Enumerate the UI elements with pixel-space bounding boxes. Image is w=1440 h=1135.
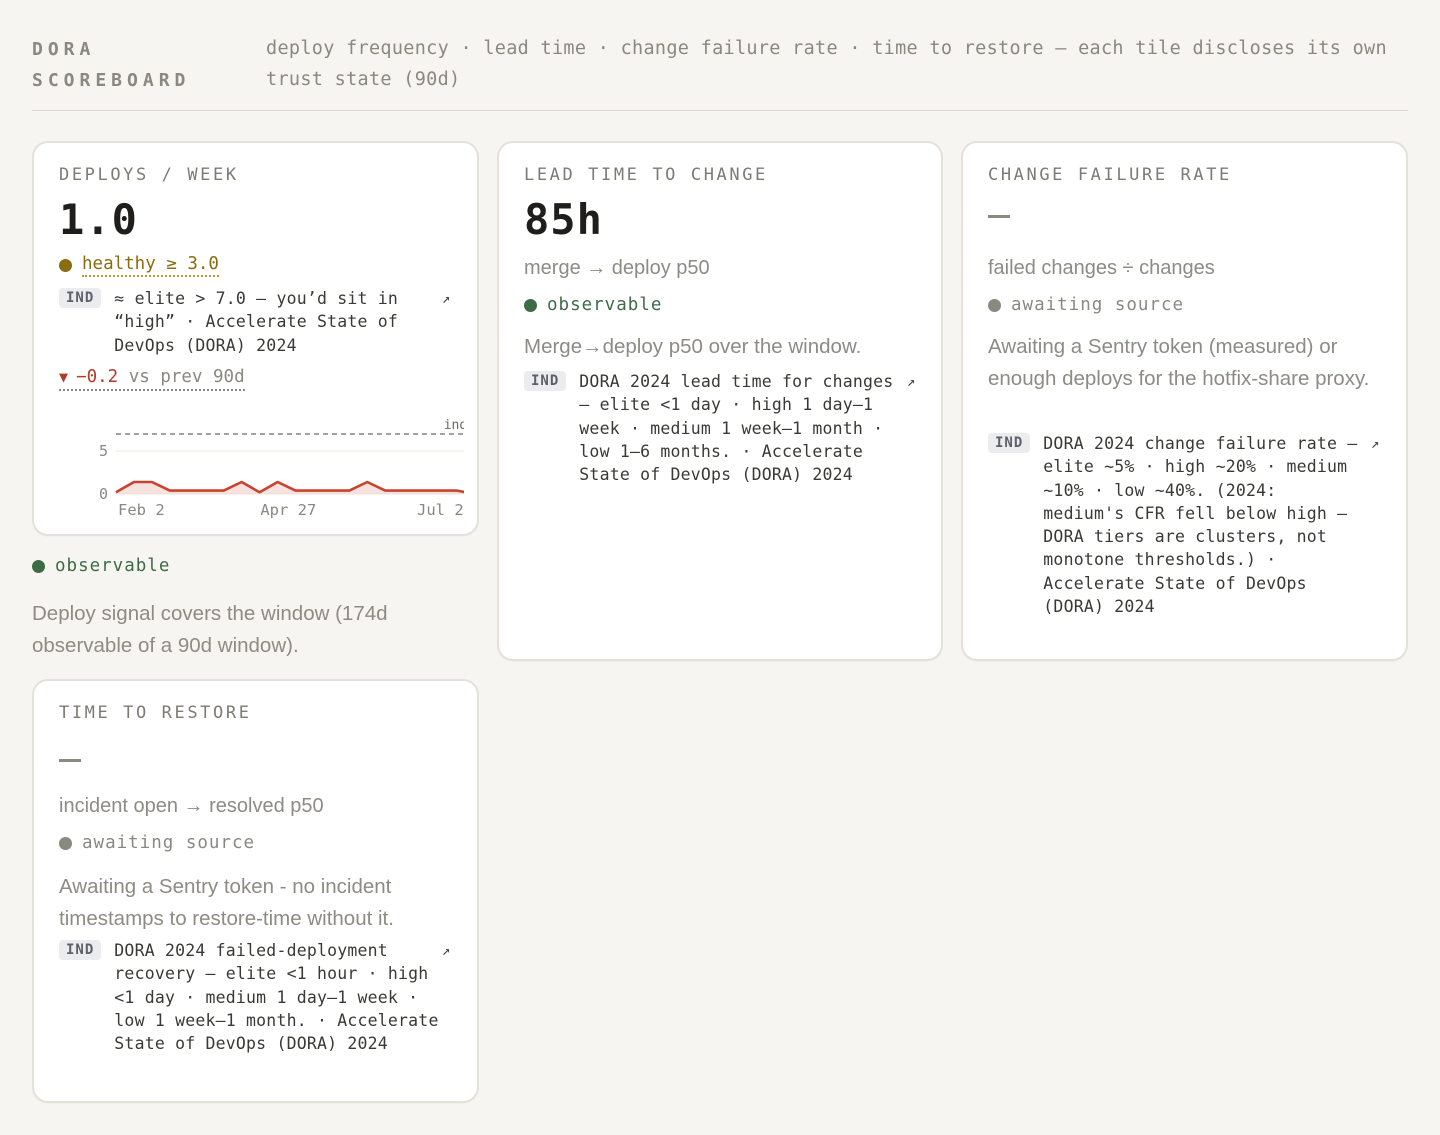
restore-formula: incident open → resolved p50 (59, 795, 324, 817)
deploys-explain: Deploy signal covers the window (174d ob… (32, 602, 388, 657)
cfr-status-label: awaiting source (1011, 295, 1185, 315)
ind-badge: IND (59, 288, 102, 308)
lead-time-industry-text: DORA 2024 lead time for changes — elite … (579, 372, 894, 485)
observable-dot-icon (32, 559, 45, 573)
cfr-label: CHANGE FAILURE RATE (988, 165, 1232, 185)
x-tick-label: Apr 27 (260, 501, 316, 519)
delta-suffix: vs prev 90d (128, 367, 245, 387)
y-tick-label: 5 (99, 442, 108, 460)
awaiting-dot-icon (988, 298, 1001, 312)
healthy-threshold[interactable]: healthy ≥ 3.0 (59, 254, 219, 277)
deploys-value: 1.0 (59, 195, 138, 244)
external-link-icon[interactable]: ↗ (1371, 436, 1379, 452)
lead-time-label: LEAD TIME TO CHANGE (524, 165, 768, 185)
ind-badge: IND (59, 940, 102, 960)
cfr-explain: Awaiting a Sentry token (measured) or en… (988, 335, 1370, 390)
external-link-icon[interactable]: ↗ (442, 943, 450, 959)
down-triangle-icon: ▼ (59, 368, 69, 386)
brand-line-2: SCOREBOARD (32, 70, 191, 91)
deploys-delta[interactable]: ▼ −0.2 vs prev 90d (59, 367, 245, 391)
deploys-status: observable (32, 556, 170, 576)
x-tick-label: Feb 2 (118, 501, 165, 519)
x-tick-label: Jul 27 (417, 501, 464, 519)
external-link-icon[interactable]: ↗ (907, 374, 915, 390)
deploys-label: DEPLOYS / WEEK (59, 165, 239, 185)
restore-card: TIME TO RESTORE incident open → resolved… (32, 679, 479, 1103)
deploys-status-label: observable (55, 556, 171, 576)
cfr-industry-text: DORA 2024 change failure rate — elite ~5… (1043, 434, 1358, 617)
healthy-dot-icon (59, 259, 72, 272)
restore-industry-note: IND DORA 2024 failed-deployment recovery… (59, 939, 439, 1055)
healthy-label: healthy ≥ 3.0 (82, 254, 219, 277)
restore-status-label: awaiting source (82, 833, 256, 853)
page-subtitle: deploy frequency · lead time · change fa… (266, 38, 1387, 90)
restore-status: awaiting source (59, 833, 255, 853)
header-divider (32, 110, 1408, 111)
lead-time-value: 85h (524, 195, 603, 244)
cfr-card: CHANGE FAILURE RATE failed changes ÷ cha… (961, 141, 1408, 661)
deploys-card: DEPLOYS / WEEK 1.0 healthy ≥ 3.0 IND ≈ e… (32, 141, 479, 536)
lead-time-status-label: observable (547, 295, 663, 315)
restore-label: TIME TO RESTORE (59, 703, 252, 723)
awaiting-dot-icon (59, 836, 72, 850)
deploys-sparkline-chart: ind. 5 0 Feb 2 Apr 27 Jul 27 (99, 418, 464, 519)
lead-time-status: observable (524, 295, 662, 315)
cfr-industry-note: IND DORA 2024 change failure rate — elit… (988, 432, 1363, 618)
app-brand: DORA SCOREBOARD (32, 34, 190, 96)
brand-line-1: DORA (32, 39, 96, 60)
lead-time-card: LEAD TIME TO CHANGE 85h merge → deploy p… (497, 141, 943, 661)
observable-dot-icon (524, 298, 537, 312)
cfr-status: awaiting source (988, 295, 1184, 315)
lead-time-explain: Merge→deploy p50 over the window. (524, 335, 862, 358)
cfr-empty-value (988, 215, 1010, 218)
cfr-formula: failed changes ÷ changes (988, 257, 1215, 279)
restore-industry-text: DORA 2024 failed-deployment recovery — e… (114, 941, 439, 1054)
external-link-icon[interactable]: ↗ (442, 291, 450, 307)
deploys-industry-text: ≈ elite > 7.0 — you’d sit in “high” · Ac… (114, 289, 399, 355)
lead-time-industry-note: IND DORA 2024 lead time for changes — el… (524, 370, 899, 486)
restore-empty-value (59, 759, 81, 762)
delta-value: −0.2 (76, 367, 119, 387)
deploys-industry-note: IND ≈ elite > 7.0 — you’d sit in “high” … (59, 287, 459, 357)
reference-label: ind. (444, 418, 464, 433)
restore-explain: Awaiting a Sentry token - no incident ti… (59, 875, 394, 930)
ind-badge: IND (524, 371, 567, 391)
lead-time-formula: merge → deploy p50 (524, 257, 710, 279)
y-tick-label: 0 (99, 485, 108, 503)
ind-badge: IND (988, 433, 1031, 453)
